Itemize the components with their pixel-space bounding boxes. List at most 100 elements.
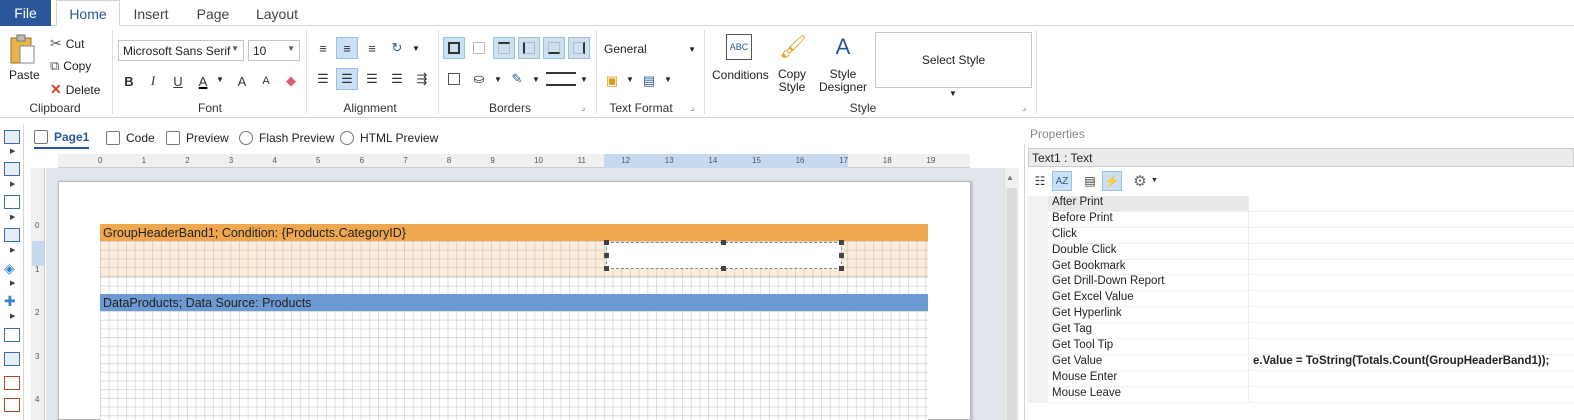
rotate-icon[interactable]: ↻	[386, 37, 408, 59]
data-band-title[interactable]: DataProducts; Data Source: Products	[100, 294, 928, 311]
gear-icon[interactable]: ⚙	[1130, 171, 1150, 191]
resize-handle[interactable]	[604, 253, 609, 258]
text-box-tool-icon[interactable]	[4, 352, 20, 366]
event-row[interactable]: After Print	[1028, 196, 1574, 212]
dialog-launcher-icon[interactable]: ⌟	[690, 102, 694, 113]
border-color-icon[interactable]: ✎	[506, 68, 528, 90]
properties-icon[interactable]: ▤	[1080, 171, 1100, 191]
border-all-icon[interactable]	[443, 37, 465, 59]
eraser-icon[interactable]: ◆	[280, 70, 302, 92]
font-color-button[interactable]: A	[192, 70, 214, 92]
group-header-band-title[interactable]: GroupHeaderBand1; Condition: {Products.C…	[100, 224, 928, 241]
image-tool-icon[interactable]	[4, 376, 20, 390]
cross-band-tool-icon[interactable]	[4, 162, 20, 176]
event-value[interactable]	[1248, 259, 1574, 276]
tab-preview[interactable]: Preview	[166, 127, 229, 149]
barcode-tool-icon[interactable]	[4, 398, 20, 412]
shape-tool-icon[interactable]: ◈	[4, 260, 15, 277]
align-left-icon[interactable]: ☰	[312, 68, 334, 90]
properties-object-select[interactable]: Text1 : Text	[1028, 148, 1574, 167]
text1-component[interactable]	[606, 242, 842, 269]
text-tool-icon[interactable]	[4, 328, 20, 342]
event-row[interactable]: Double Click	[1028, 243, 1574, 260]
justify-icon[interactable]: ☰	[386, 68, 408, 90]
border-none-icon[interactable]	[468, 37, 490, 59]
underline-button[interactable]: U	[167, 70, 189, 92]
event-row[interactable]: Get Tag	[1028, 323, 1574, 340]
resize-handle[interactable]	[604, 266, 609, 271]
align-center-icon[interactable]: ☰	[336, 68, 358, 90]
event-row[interactable]: Get Excel Value	[1028, 291, 1574, 308]
select-style-gallery[interactable]: Select Style	[875, 32, 1032, 88]
band-tool-icon[interactable]	[4, 130, 20, 144]
tab-flash-preview[interactable]: Flash Preview	[239, 127, 334, 149]
font-size-select[interactable]: 10 ▼	[248, 40, 300, 61]
event-row[interactable]: Before Print	[1028, 211, 1574, 228]
resize-handle[interactable]	[839, 240, 844, 245]
tab-layout[interactable]: Layout	[252, 0, 302, 27]
tab-insert[interactable]: Insert	[128, 0, 174, 27]
cut-button[interactable]: ✂ Cut	[50, 35, 84, 52]
tab-page1[interactable]: Page1	[34, 127, 90, 149]
chevron-down-icon[interactable]: ▼	[664, 75, 672, 84]
copy-button[interactable]: ⧉ Copy	[50, 58, 91, 74]
event-row[interactable]: Mouse Enter	[1028, 370, 1574, 387]
sort-alphabetical-icon[interactable]: AZ	[1052, 171, 1072, 191]
tab-file[interactable]: File	[0, 0, 51, 26]
event-value[interactable]	[1248, 370, 1574, 387]
align-top-icon[interactable]: ≡	[312, 37, 334, 59]
categorized-icon[interactable]: ☷	[1030, 171, 1050, 191]
chevron-right-icon[interactable]: ▶	[10, 279, 15, 287]
data-band[interactable]	[100, 311, 928, 420]
tab-code[interactable]: Code	[106, 127, 155, 149]
event-value[interactable]	[1248, 291, 1574, 308]
grow-font-button[interactable]: A	[231, 70, 253, 92]
resize-handle[interactable]	[721, 240, 726, 245]
dialog-launcher-icon[interactable]: ⌟	[1022, 102, 1026, 113]
border-style-icon[interactable]	[546, 72, 576, 86]
component-tool-icon[interactable]	[4, 195, 20, 209]
format-icon[interactable]: ▣	[601, 70, 623, 92]
chevron-down-icon[interactable]: ▼	[580, 75, 588, 84]
border-top-icon[interactable]	[493, 37, 515, 59]
font-family-select[interactable]: Microsoft Sans Serif ▼	[118, 40, 244, 61]
chevron-right-icon[interactable]: ▶	[10, 312, 15, 320]
event-value[interactable]	[1248, 307, 1574, 324]
event-value[interactable]	[1248, 339, 1574, 355]
align-right-icon[interactable]: ☰	[361, 68, 383, 90]
style-designer-button[interactable]: A Style Designer	[818, 34, 868, 96]
event-row[interactable]: Mouse Leave	[1028, 386, 1574, 403]
tab-page[interactable]: Page	[192, 0, 234, 27]
text-format-select[interactable]: General ▼	[604, 42, 696, 58]
resize-handle[interactable]	[721, 266, 726, 271]
chevron-down-icon[interactable]: ▼	[626, 75, 634, 84]
chevron-right-icon[interactable]: ▶	[10, 213, 15, 221]
event-row[interactable]: Get Hyperlink	[1028, 307, 1574, 324]
border-right-icon[interactable]	[568, 37, 590, 59]
chevron-down-icon[interactable]: ▼	[216, 75, 224, 84]
chevron-down-icon[interactable]: ▼	[412, 44, 420, 53]
format-condition-icon[interactable]: ▤	[638, 70, 660, 92]
chevron-down-icon[interactable]: ▼	[949, 89, 957, 98]
table-tool-icon[interactable]	[4, 228, 20, 242]
events-icon[interactable]: ⚡	[1102, 171, 1122, 191]
tab-home[interactable]: Home	[56, 0, 120, 27]
scroll-up-icon[interactable]: ▲	[1006, 173, 1014, 182]
event-row[interactable]: Get Drill-Down Report	[1028, 275, 1574, 292]
conditions-button[interactable]: ABC Conditions	[712, 34, 769, 88]
border-shadow-icon[interactable]	[443, 68, 465, 90]
chevron-down-icon[interactable]: ▼	[1151, 177, 1158, 184]
bold-button[interactable]: B	[118, 70, 140, 92]
event-value[interactable]	[1248, 196, 1574, 212]
dialog-launcher-icon[interactable]: ⌟	[581, 102, 585, 113]
paste-button[interactable]	[8, 33, 36, 65]
tab-html-preview[interactable]: HTML Preview	[340, 127, 438, 149]
event-value[interactable]	[1248, 386, 1574, 403]
word-wrap-icon[interactable]: ⇶	[411, 68, 433, 90]
chevron-down-icon[interactable]: ▼	[532, 75, 540, 84]
fill-color-icon[interactable]: ⛀	[468, 68, 490, 90]
event-value[interactable]: e.Value = ToString(Totals.Count(GroupHea…	[1248, 354, 1574, 371]
event-value[interactable]	[1248, 243, 1574, 260]
align-bottom-icon[interactable]: ≡	[361, 37, 383, 59]
event-value[interactable]	[1248, 323, 1574, 340]
